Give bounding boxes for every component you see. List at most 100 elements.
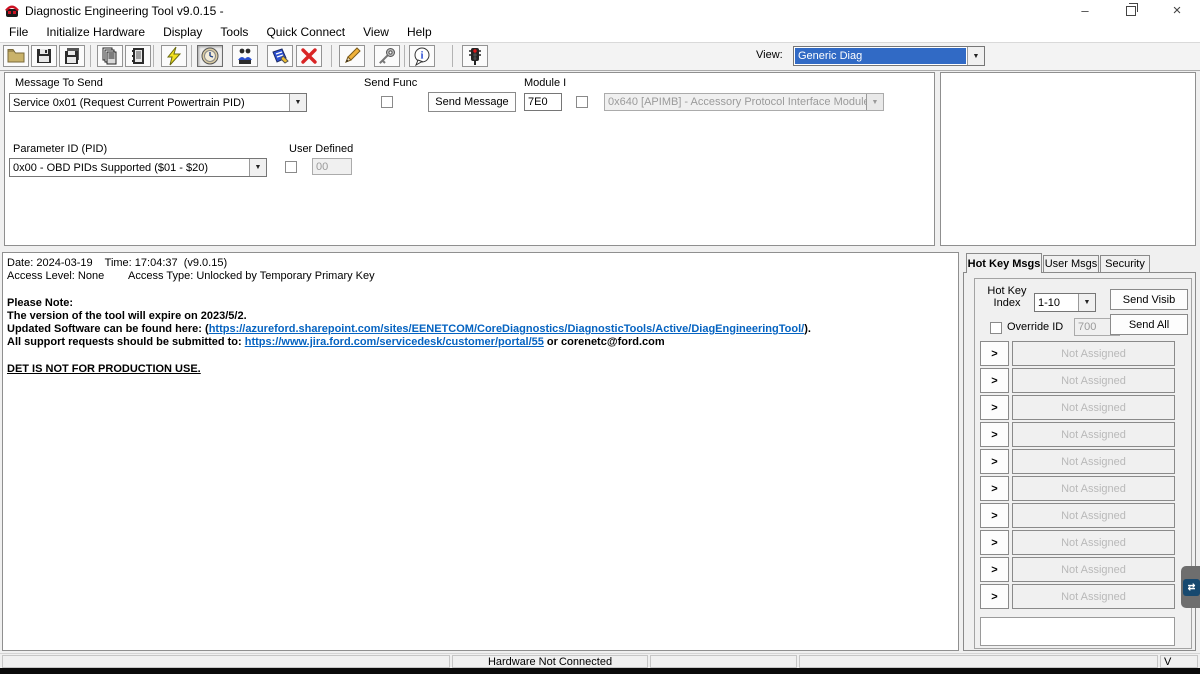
hotkey-send-button-2[interactable]: > xyxy=(980,368,1009,393)
network-users-icon xyxy=(235,46,255,66)
note-edit-button[interactable] xyxy=(267,45,293,67)
lightning-button[interactable] xyxy=(161,45,187,67)
hot-key-index-label-line1: Hot Key xyxy=(981,285,1033,297)
hotkey-send-button-5[interactable]: > xyxy=(980,449,1009,474)
hotkey-send-button-6[interactable]: > xyxy=(980,476,1009,501)
log-note-support-prefix: All support requests should be submitted… xyxy=(7,336,245,348)
menu-item-help[interactable]: Help xyxy=(398,23,441,41)
module-id-input[interactable]: 7E0 xyxy=(524,93,562,111)
user-defined-input[interactable]: 00 xyxy=(312,158,352,175)
message-to-send-select[interactable]: Service 0x01 (Request Current Powertrain… xyxy=(9,93,307,112)
hotkey-send-button-9[interactable]: > xyxy=(980,557,1009,582)
copy-button[interactable] xyxy=(97,45,123,67)
hotkey-slot-label: Not Assigned xyxy=(1061,537,1126,549)
send-func-checkbox[interactable] xyxy=(381,96,393,108)
menu-item-view[interactable]: View xyxy=(354,23,398,41)
menu-item-initialize-hardware[interactable]: Initialize Hardware xyxy=(37,23,154,41)
log-access-line: Access Level: None Access Type: Unlocked… xyxy=(7,270,375,282)
override-id-checkbox[interactable] xyxy=(990,322,1002,334)
notebook-button[interactable] xyxy=(125,45,151,67)
traffic-light-button[interactable] xyxy=(462,45,488,67)
hotkey-send-button-4[interactable]: > xyxy=(980,422,1009,447)
arrow-right-icon: > xyxy=(991,537,997,549)
hotkey-send-button-10[interactable]: > xyxy=(980,584,1009,609)
chevron-down-icon: ▼ xyxy=(1078,294,1095,311)
chevron-down-icon: ▼ xyxy=(866,94,883,110)
network-users-button[interactable] xyxy=(232,45,258,67)
hotkey-slot-7[interactable]: Not Assigned xyxy=(1012,503,1175,528)
hotkey-slot-2[interactable]: Not Assigned xyxy=(1012,368,1175,393)
toolbar-separator xyxy=(452,45,453,67)
hotkey-slot-6[interactable]: Not Assigned xyxy=(1012,476,1175,501)
log-note-software: Updated Software can be found here: (htt… xyxy=(7,323,811,335)
send-all-button[interactable]: Send All xyxy=(1110,314,1188,335)
save-button[interactable] xyxy=(31,45,57,67)
restore-button[interactable] xyxy=(1108,0,1154,21)
module-checkbox[interactable] xyxy=(576,96,588,108)
hotkey-slot-5[interactable]: Not Assigned xyxy=(1012,449,1175,474)
open-button[interactable] xyxy=(3,45,29,67)
toolbar-separator xyxy=(331,45,332,67)
hotkey-slot-8[interactable]: Not Assigned xyxy=(1012,530,1175,555)
note-edit-icon xyxy=(270,46,290,66)
status-version-label: V xyxy=(1164,656,1171,668)
menu-item-display[interactable]: Display xyxy=(154,23,211,41)
module-select[interactable]: 0x640 [APIMB] - Accessory Protocol Inter… xyxy=(604,93,884,111)
hot-key-index-select[interactable]: 1-10 ▼ xyxy=(1034,293,1096,312)
minimize-button[interactable]: – xyxy=(1062,0,1108,21)
open-folder-icon xyxy=(6,46,26,66)
send-message-label: Send Message xyxy=(435,96,508,108)
log-note-support-suffix: or corenetc@ford.com xyxy=(544,336,665,348)
pencil-icon xyxy=(342,46,362,66)
delete-x-icon xyxy=(299,46,319,66)
send-message-button[interactable]: Send Message xyxy=(428,92,516,112)
view-select[interactable]: Generic Diag ▼ xyxy=(793,46,985,66)
send-visible-button[interactable]: Send Visib xyxy=(1110,289,1188,310)
clock-button[interactable] xyxy=(197,45,223,67)
tab-hot-key-msgs[interactable]: Hot Key Msgs xyxy=(966,253,1042,273)
software-update-link[interactable]: https://azureford.sharepoint.com/sites/E… xyxy=(209,323,805,335)
hotkey-send-button-1[interactable]: > xyxy=(980,341,1009,366)
log-note-title: Please Note: xyxy=(7,297,73,309)
arrow-right-icon: > xyxy=(991,591,997,603)
clock-icon xyxy=(200,46,220,66)
pid-select[interactable]: 0x00 - OBD PIDs Supported ($01 - $20) ▼ xyxy=(9,158,267,177)
status-segment-4 xyxy=(799,655,1158,668)
hotkey-tab-region: Hot Key Msgs User Msgs Security Hot Key … xyxy=(963,253,1196,651)
pencil-button[interactable] xyxy=(339,45,365,67)
menu-item-tools[interactable]: Tools xyxy=(211,23,257,41)
user-defined-checkbox[interactable] xyxy=(285,161,297,173)
message-to-send-value: Service 0x01 (Request Current Powertrain… xyxy=(10,94,289,111)
close-button[interactable]: × xyxy=(1154,0,1200,21)
key-icon xyxy=(377,46,397,66)
message-send-panel: Message To Send Service 0x01 (Request Cu… xyxy=(4,72,935,246)
hotkey-slot-3[interactable]: Not Assigned xyxy=(1012,395,1175,420)
traffic-light-icon xyxy=(465,46,485,66)
log-note-software-prefix: Updated Software can be found here: ( xyxy=(7,323,209,335)
toolbar: i View: Generic Diag ▼ xyxy=(0,42,1200,71)
hotkey-groupbox: Hot Key Index 1-10 ▼ Send Visib Override… xyxy=(974,278,1192,649)
status-version: V xyxy=(1160,655,1198,668)
log-production-warning: DET IS NOT FOR PRODUCTION USE. xyxy=(7,363,201,375)
hotkey-slot-9[interactable]: Not Assigned xyxy=(1012,557,1175,582)
tab-security[interactable]: Security xyxy=(1100,255,1150,273)
hotkey-slot-10[interactable]: Not Assigned xyxy=(1012,584,1175,609)
hotkey-send-button-8[interactable]: > xyxy=(980,530,1009,555)
hotkey-tab-body: Hot Key Index 1-10 ▼ Send Visib Override… xyxy=(963,272,1196,651)
save-all-button[interactable] xyxy=(59,45,85,67)
menu-item-quick-connect[interactable]: Quick Connect xyxy=(257,23,354,41)
support-portal-link[interactable]: https://www.jira.ford.com/servicedesk/cu… xyxy=(245,336,544,348)
arrow-right-icon: > xyxy=(991,483,997,495)
notebook-icon xyxy=(128,46,148,66)
hotkey-send-button-7[interactable]: > xyxy=(980,503,1009,528)
remote-control-overlay[interactable]: ⇄ xyxy=(1181,566,1200,608)
send-all-label: Send All xyxy=(1129,319,1169,331)
menu-item-file[interactable]: File xyxy=(0,23,37,41)
tab-user-msgs[interactable]: User Msgs xyxy=(1043,255,1099,273)
delete-button[interactable] xyxy=(296,45,322,67)
hotkey-slot-4[interactable]: Not Assigned xyxy=(1012,422,1175,447)
hotkey-slot-1[interactable]: Not Assigned xyxy=(1012,341,1175,366)
hotkey-send-button-3[interactable]: > xyxy=(980,395,1009,420)
key-button[interactable] xyxy=(374,45,400,67)
info-button[interactable]: i xyxy=(409,45,435,67)
